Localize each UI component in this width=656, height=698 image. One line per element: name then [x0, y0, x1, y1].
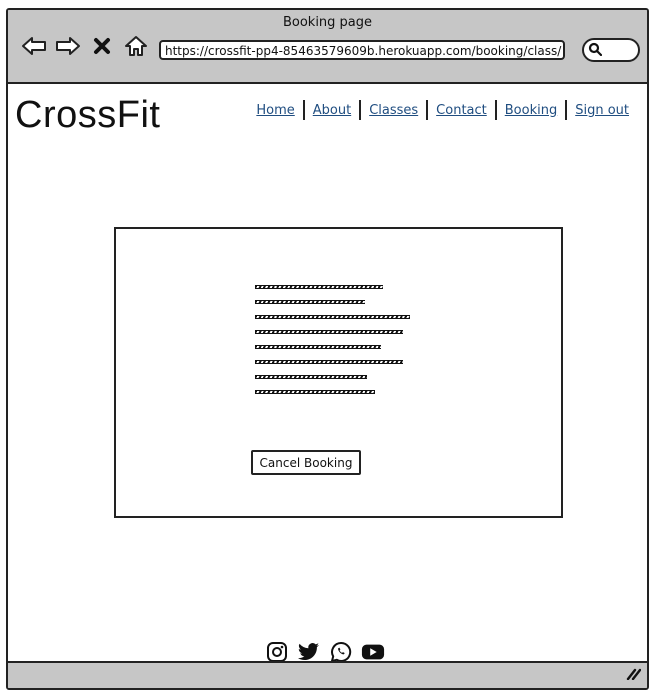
nav-link-classes[interactable]: Classes — [361, 103, 426, 118]
text-line — [255, 360, 403, 364]
text-line — [255, 375, 367, 379]
cancel-booking-button[interactable]: Cancel Booking — [251, 450, 361, 475]
browser-search-field[interactable] — [582, 38, 640, 62]
home-icon[interactable] — [122, 34, 150, 58]
nav-link-about[interactable]: About — [305, 103, 359, 118]
window-title: Booking page — [282, 15, 373, 30]
nav-link-home[interactable]: Home — [248, 103, 302, 118]
back-icon[interactable] — [20, 34, 48, 58]
text-line — [255, 330, 403, 334]
main-nav: Home About Classes Contact Booking Sign … — [248, 100, 637, 120]
nav-link-booking[interactable]: Booking — [497, 103, 565, 118]
text-line — [255, 300, 365, 304]
text-line — [255, 315, 410, 319]
site-logo[interactable]: CrossFit — [15, 94, 160, 137]
nav-link-sign-out[interactable]: Sign out — [567, 103, 637, 118]
browser-window: Booking page https://crossfit-pp4-854635… — [6, 8, 649, 690]
nav-link-contact[interactable]: Contact — [428, 103, 495, 118]
resize-grip-icon[interactable] — [625, 665, 642, 684]
forward-icon[interactable] — [54, 34, 82, 58]
text-line — [255, 390, 375, 394]
text-line — [255, 285, 383, 289]
browser-chrome: Booking page https://crossfit-pp4-854635… — [8, 10, 647, 84]
browser-nav-buttons — [20, 34, 150, 58]
address-bar[interactable]: https://crossfit-pp4-85463579609b.heroku… — [159, 40, 565, 60]
booking-details-placeholder-text — [255, 285, 420, 405]
close-icon[interactable] — [88, 34, 116, 58]
browser-status-bar — [8, 661, 647, 688]
text-line — [255, 345, 381, 349]
booking-card: Cancel Booking — [114, 227, 563, 518]
search-icon — [588, 41, 603, 60]
